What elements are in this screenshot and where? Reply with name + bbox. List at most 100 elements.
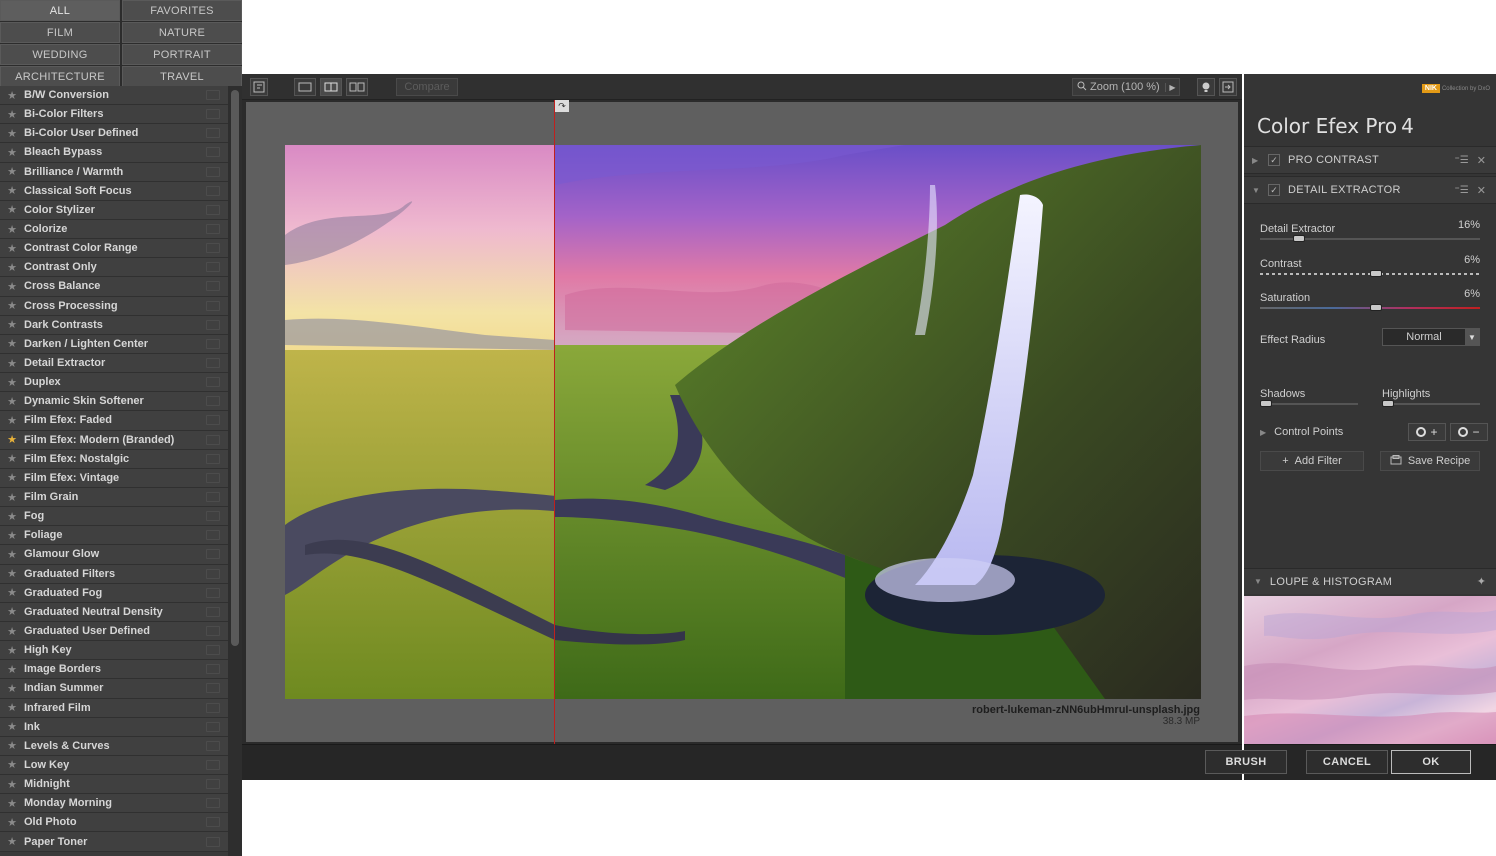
favorite-star-icon[interactable]: ★	[0, 452, 24, 465]
highlights-track[interactable]	[1382, 400, 1480, 407]
enable-checkbox[interactable]: ✓	[1268, 184, 1280, 196]
recipe-copy-icon[interactable]	[206, 836, 220, 847]
favorite-star-icon[interactable]: ★	[0, 548, 24, 561]
recipe-copy-icon[interactable]	[206, 204, 220, 215]
split-swap-icon[interactable]: ↷	[555, 100, 569, 112]
scrollbar-thumb[interactable]	[231, 90, 239, 646]
favorite-star-icon[interactable]: ★	[0, 797, 24, 810]
collapse-triangle-icon[interactable]: ▼	[1254, 577, 1262, 586]
recipe-copy-icon[interactable]	[206, 415, 220, 426]
recipe-copy-icon[interactable]	[206, 511, 220, 522]
category-portrait[interactable]: PORTRAIT	[122, 44, 242, 65]
favorite-star-icon[interactable]: ★	[0, 242, 24, 255]
highlights-knob[interactable]	[1382, 400, 1394, 407]
filter-list-item[interactable]: ★ Graduated Fog	[0, 583, 228, 603]
filter-list-item[interactable]: ★ Duplex	[0, 373, 228, 393]
favorite-star-icon[interactable]: ★	[0, 357, 24, 370]
filter-list-item[interactable]: ★ High Key	[0, 641, 228, 661]
filter-list-item[interactable]: ★ Graduated User Defined	[0, 621, 228, 642]
slider-knob[interactable]	[1370, 270, 1382, 277]
favorite-star-icon[interactable]: ★	[0, 184, 24, 197]
zoom-arrow-icon[interactable]: ▶	[1165, 82, 1179, 92]
favorite-star-icon[interactable]: ★	[0, 280, 24, 293]
category-film[interactable]: FILM	[0, 22, 120, 43]
category-wedding[interactable]: WEDDING	[0, 44, 120, 65]
recipe-copy-icon[interactable]	[206, 645, 220, 656]
filter-list-item[interactable]: ★ Infrared Film	[0, 698, 228, 718]
recipe-copy-icon[interactable]	[206, 664, 220, 675]
favorite-star-icon[interactable]: ★	[0, 510, 24, 523]
filter-list-item[interactable]: ★ Film Grain	[0, 487, 228, 508]
detail-extractor-slider[interactable]: Detail Extractor 16%	[1260, 219, 1482, 242]
recipe-copy-icon[interactable]	[206, 147, 220, 158]
favorite-star-icon[interactable]: ★	[0, 165, 24, 178]
cancel-button[interactable]: CANCEL	[1306, 750, 1388, 774]
filter-list-item[interactable]: ★ Dynamic Skin Softener	[0, 392, 228, 412]
category-nature[interactable]: NATURE	[122, 22, 242, 43]
recipe-copy-icon[interactable]	[206, 568, 220, 579]
favorite-star-icon[interactable]: ★	[0, 127, 24, 140]
category-architecture[interactable]: ARCHITECTURE	[0, 66, 120, 87]
highlights-slider[interactable]: Highlights	[1382, 384, 1482, 407]
filter-list-item[interactable]: ★ Film Efex: Modern (Branded)	[0, 430, 228, 450]
favorite-star-icon[interactable]: ★	[0, 644, 24, 657]
recipe-copy-icon[interactable]	[206, 779, 220, 790]
recipe-copy-icon[interactable]	[206, 224, 220, 235]
recipe-copy-icon[interactable]	[206, 472, 220, 483]
effect-menu-icon[interactable]: ⁼☰	[1455, 185, 1469, 196]
favorite-star-icon[interactable]: ★	[0, 529, 24, 542]
collapse-triangle-icon[interactable]: ▼	[1252, 186, 1264, 195]
recipe-copy-icon[interactable]	[206, 243, 220, 254]
recipe-copy-icon[interactable]	[206, 262, 220, 273]
filter-list-item[interactable]: ★ Indian Summer	[0, 679, 228, 699]
effect-detail-extractor-header[interactable]: ▼ ✓ DETAIL EXTRACTOR ⁼☰ ✕	[1244, 176, 1496, 204]
slider-knob[interactable]	[1293, 235, 1305, 242]
single-view-icon[interactable]	[294, 78, 316, 96]
recipe-copy-icon[interactable]	[206, 702, 220, 713]
category-all[interactable]: ALL	[0, 0, 120, 21]
expand-triangle-icon[interactable]: ▶	[1252, 156, 1264, 165]
favorite-star-icon[interactable]: ★	[0, 835, 24, 848]
filter-list-item[interactable]: ★ Glamour Glow	[0, 545, 228, 565]
filter-list-item[interactable]: ★ Graduated Neutral Density	[0, 602, 228, 622]
favorite-star-icon[interactable]: ★	[0, 376, 24, 389]
recipe-copy-icon[interactable]	[206, 798, 220, 809]
recipe-copy-icon[interactable]	[206, 281, 220, 292]
filter-list-item[interactable]: ★ Paper Toner	[0, 832, 228, 852]
filter-list-item[interactable]: ★ Bi-Color User Defined	[0, 124, 228, 144]
recipe-copy-icon[interactable]	[206, 377, 220, 388]
brush-button[interactable]: BRUSH	[1205, 750, 1287, 774]
filter-list-item[interactable]: ★ Colorize	[0, 219, 228, 240]
shadows-track[interactable]	[1260, 400, 1358, 407]
recipe-copy-icon[interactable]	[206, 587, 220, 598]
preview-image[interactable]	[285, 145, 1201, 699]
recipe-copy-icon[interactable]	[206, 319, 220, 330]
recipe-copy-icon[interactable]	[206, 549, 220, 560]
compare-button[interactable]: Compare	[396, 78, 458, 96]
recipe-copy-icon[interactable]	[206, 453, 220, 464]
recipe-copy-icon[interactable]	[206, 434, 220, 445]
filter-list-item[interactable]: ★ Midnight	[0, 775, 228, 795]
filter-list-item[interactable]: ★ Cross Processing	[0, 296, 228, 316]
favorite-star-icon[interactable]: ★	[0, 663, 24, 676]
effect-radius-select[interactable]: Normal ▼	[1382, 328, 1480, 346]
split-divider[interactable]	[554, 100, 555, 746]
favorite-star-icon[interactable]: ★	[0, 605, 24, 618]
recipe-copy-icon[interactable]	[206, 759, 220, 770]
filter-list-item[interactable]: ★ Film Efex: Nostalgic	[0, 449, 228, 469]
recipe-copy-icon[interactable]	[206, 606, 220, 617]
filter-list-item[interactable]: ★ Contrast Color Range	[0, 239, 228, 259]
recipe-copy-icon[interactable]	[206, 396, 220, 407]
favorite-star-icon[interactable]: ★	[0, 395, 24, 408]
filter-list-item[interactable]: ★ Low Key	[0, 755, 228, 776]
pin-icon[interactable]: ✦	[1477, 575, 1486, 588]
recipe-copy-icon[interactable]	[206, 530, 220, 541]
filter-list-item[interactable]: ★ Foliage	[0, 526, 228, 546]
filter-list-item[interactable]: ★ Graduated Filters	[0, 564, 228, 584]
recipe-copy-icon[interactable]	[206, 185, 220, 196]
remove-effect-icon[interactable]: ✕	[1477, 184, 1486, 197]
favorite-star-icon[interactable]: ★	[0, 720, 24, 733]
filter-list-item[interactable]: ★ Old Photo	[0, 813, 228, 833]
slider-knob[interactable]	[1370, 304, 1382, 311]
split-view-icon[interactable]	[320, 78, 342, 96]
